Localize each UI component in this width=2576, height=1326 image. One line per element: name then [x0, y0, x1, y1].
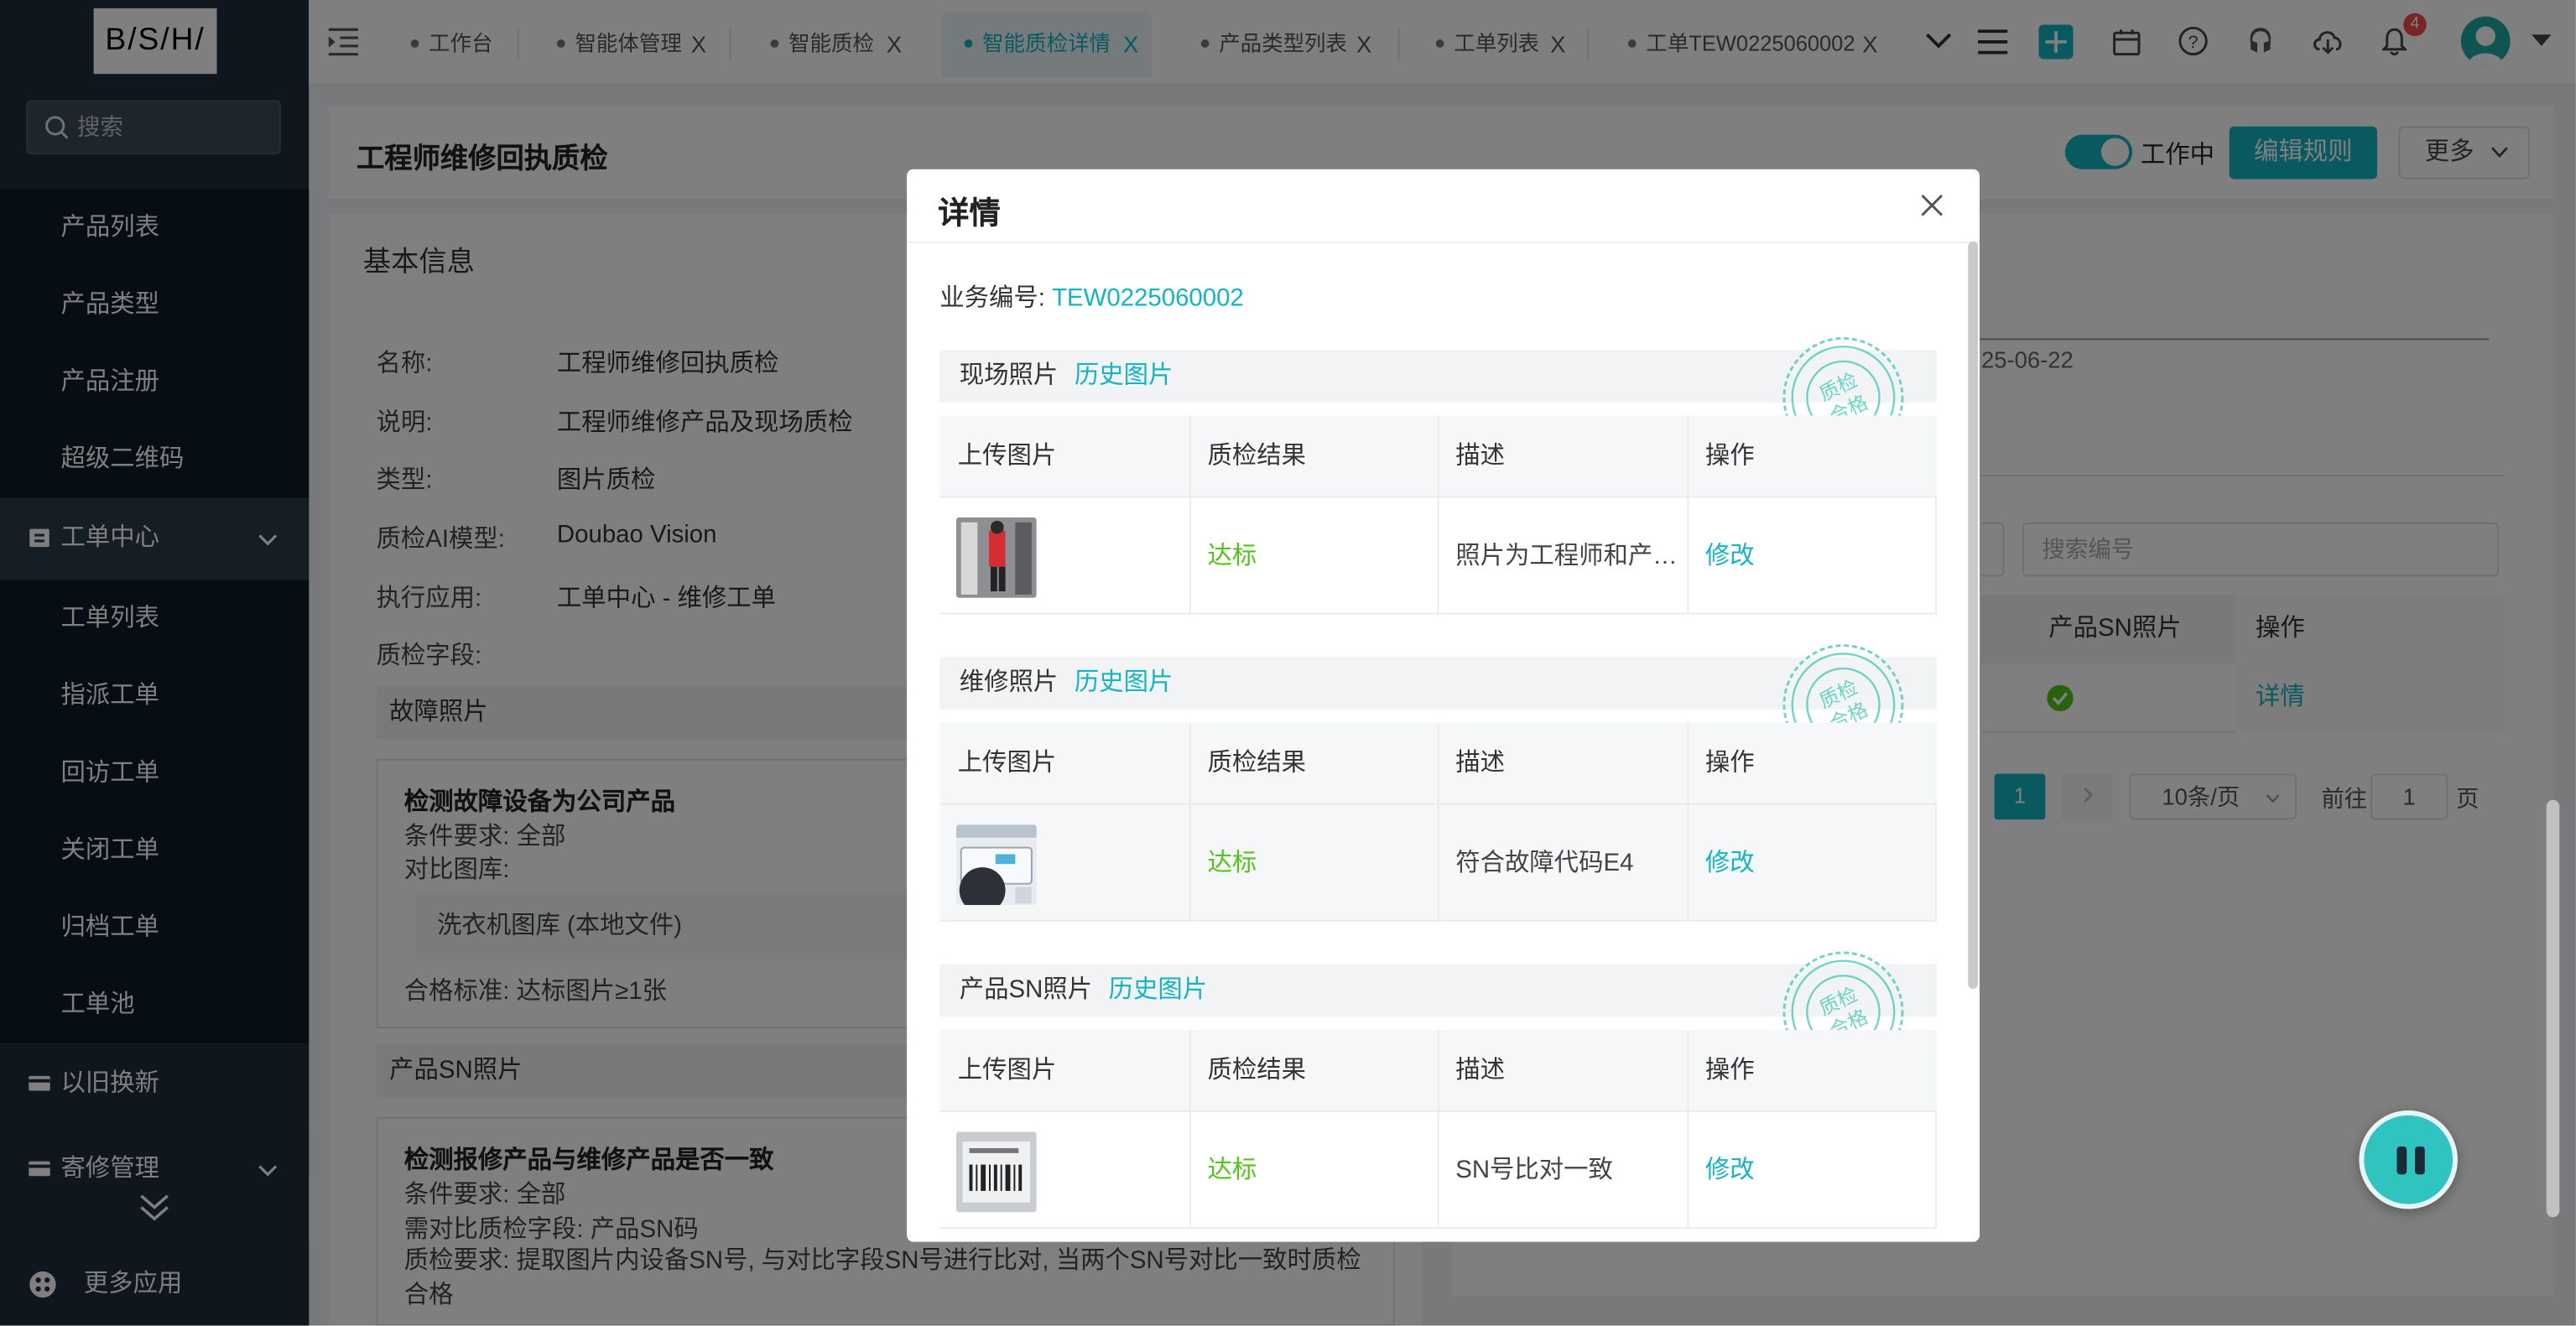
edit-link[interactable]: 修改 [1687, 805, 1755, 922]
th-result: 质检结果 [1207, 441, 1307, 471]
business-number-label: 业务编号: [939, 283, 1045, 313]
th-result: 质检结果 [1207, 1056, 1307, 1084]
close-icon[interactable] [1920, 194, 1943, 216]
repair-photo-thumbnail [955, 824, 1037, 906]
uploaded-photo[interactable] [955, 824, 1037, 906]
table-header: 上传图片 质检结果 描述 操作 [939, 1029, 1938, 1112]
modal-title: 详情 [938, 197, 1001, 232]
qc-result: 达标 [1207, 542, 1257, 570]
table-header: 上传图片 质检结果 描述 操作 [939, 415, 1938, 498]
uploaded-photo[interactable] [955, 1131, 1037, 1213]
business-number: 业务编号: TEW0225060002 [939, 279, 1244, 314]
edit-link[interactable]: 修改 [1687, 497, 1755, 614]
section-title: 现场照片 [959, 361, 1059, 390]
section-title: 维修照片 [959, 668, 1059, 697]
th-upload: 上传图片 [957, 441, 1057, 471]
table-row: 达标 照片为工程师和产… 修改 [939, 497, 1938, 615]
section-title: 产品SN照片 [959, 975, 1093, 1004]
modal-scrollbar[interactable] [1968, 241, 1979, 990]
th-result: 质检结果 [1207, 749, 1307, 777]
page-scrollbar[interactable] [2546, 799, 2560, 1218]
qc-result: 达标 [1207, 1156, 1257, 1185]
pause-button[interactable] [2359, 1110, 2458, 1209]
th-desc: 描述 [1455, 749, 1506, 777]
sn-photo-thumbnail [955, 1131, 1037, 1213]
th-desc: 描述 [1455, 441, 1506, 471]
table-header: 上传图片 质检结果 描述 操作 [939, 722, 1938, 805]
table-row: 达标 SN号比对一致 修改 [939, 1111, 1938, 1229]
table-row: 达标 符合故障代码E4 修改 [939, 804, 1938, 922]
edit-link[interactable]: 修改 [1687, 1112, 1755, 1229]
history-photos-link[interactable]: 历史图片 [1075, 668, 1174, 696]
th-upload: 上传图片 [957, 749, 1057, 777]
th-op: 操作 [1704, 1056, 1755, 1084]
qc-result: 达标 [1207, 849, 1257, 877]
history-photos-link[interactable]: 历史图片 [1109, 975, 1208, 1003]
qc-description: SN号比对一致 [1455, 1156, 1613, 1185]
th-op: 操作 [1704, 749, 1755, 777]
th-upload: 上传图片 [957, 1056, 1057, 1084]
business-number-value: TEW0225060002 [1052, 283, 1244, 313]
detail-modal: 详情 业务编号: TEW0225060002 现场照片 历史图片 质检 合格 上传图… [907, 169, 1980, 1242]
qc-description: 照片为工程师和产… [1455, 542, 1678, 570]
th-desc: 描述 [1455, 1056, 1506, 1084]
th-op: 操作 [1704, 441, 1755, 471]
qc-description: 符合故障代码E4 [1455, 849, 1634, 877]
site-photo-thumbnail [955, 517, 1037, 598]
uploaded-photo[interactable] [955, 517, 1037, 598]
history-photos-link[interactable]: 历史图片 [1075, 361, 1174, 389]
